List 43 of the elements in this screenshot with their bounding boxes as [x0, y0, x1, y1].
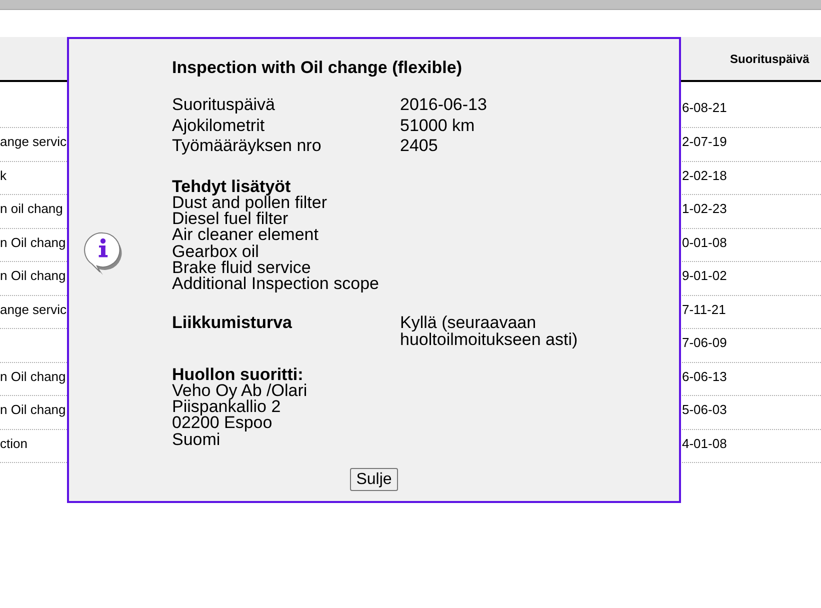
table-cell: 0-01-08 — [681, 234, 727, 250]
section-heading: Huollon suoritti: — [172, 366, 304, 383]
table-cell: 6-06-13 — [681, 368, 727, 384]
field-value: 2016-06-13 — [400, 95, 487, 116]
table-cell: ange servic — [0, 302, 66, 316]
table-cell: n oil chang — [0, 201, 63, 216]
field-value: Kyllä (seuraavaan huoltoilmoitukseen asti) — [400, 314, 579, 348]
table-cell: 7-11-21 — [681, 302, 726, 316]
work-item: Additional Inspection scope — [172, 276, 379, 293]
section-heading: Tehdyt lisätyöt — [172, 178, 291, 195]
field-label: Suorituspäivä — [172, 95, 276, 116]
table-cell: n Oil chang — [0, 402, 66, 417]
work-item: Diesel fuel filter — [172, 211, 288, 228]
field-label: Liikkumisturva — [172, 314, 292, 331]
field-label: Työmääräyksen nro — [172, 136, 322, 156]
table-cell: ange servic — [0, 134, 66, 149]
table-cell: 2-02-18 — [681, 168, 727, 182]
table-cell: n Oil chang — [0, 368, 66, 384]
address-line: 02200 Espoo — [172, 415, 272, 432]
table-cell: k — [0, 168, 6, 182]
table-cell: 4-01-08 — [681, 436, 727, 450]
work-item: Gearbox oil — [172, 244, 259, 260]
table-cell: 7-06-09 — [681, 335, 727, 350]
field-value: 51000 km — [400, 116, 475, 136]
close-button[interactable]: Sulje — [350, 468, 398, 492]
field-label: Ajokilometrit — [172, 116, 265, 136]
field-value: 2405 — [400, 136, 438, 156]
address-line: Veho Oy Ab /Olari — [172, 382, 308, 400]
work-item: Dust and pollen filter — [172, 194, 327, 212]
work-item: Brake fluid service — [172, 260, 311, 276]
address-line: Suomi — [172, 432, 220, 448]
table-cell: n Oil chang — [0, 268, 66, 283]
work-item: Air cleaner element — [172, 227, 318, 244]
dialog-title: Inspection with Oil change (flexible) — [172, 58, 463, 78]
table-cell: 6-08-21 — [681, 100, 727, 115]
table-cell: ction — [0, 436, 28, 450]
table-cell: 1-02-23 — [681, 201, 727, 216]
column-header: Suorituspäivä — [729, 52, 810, 66]
table-cell: n Oil chang — [0, 234, 66, 250]
address-line: Piispankallio 2 — [172, 399, 281, 416]
table-cell: 9-01-02 — [681, 268, 727, 283]
table-cell: 5-06-03 — [681, 402, 727, 417]
table-cell: 2-07-19 — [681, 134, 727, 149]
